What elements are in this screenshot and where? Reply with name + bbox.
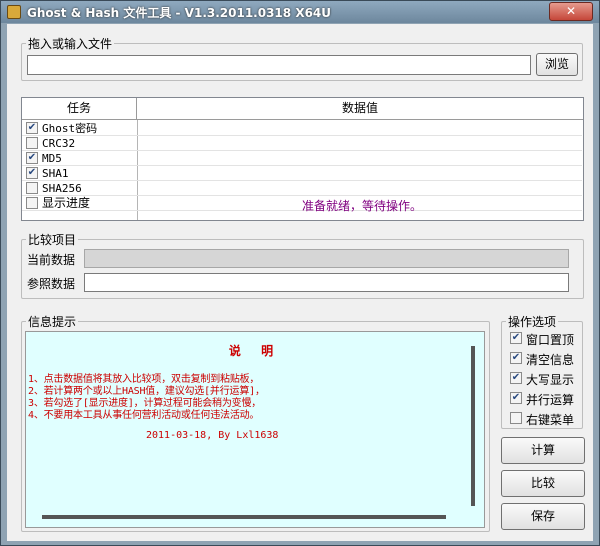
option-parallel[interactable]: ✔ 并行运算 bbox=[510, 390, 590, 407]
task-row-md5[interactable]: ✔ MD5 bbox=[22, 151, 138, 166]
option-uppercase[interactable]: ✔ 大写显示 bbox=[510, 370, 590, 387]
checkbox-clear-info[interactable]: ✔ bbox=[510, 352, 522, 364]
info-vscroll-thumb[interactable] bbox=[471, 346, 475, 506]
compare-button[interactable]: 比较 bbox=[501, 470, 585, 497]
info-hscrollbar[interactable] bbox=[26, 510, 466, 527]
task-label-ghost: Ghost密码 bbox=[42, 122, 98, 135]
task-row-crc32[interactable]: CRC32 bbox=[22, 136, 138, 151]
browse-button[interactable]: 浏览 bbox=[536, 53, 578, 76]
task-label-progress: 显示进度 bbox=[42, 196, 91, 210]
save-button[interactable]: 保存 bbox=[501, 503, 585, 530]
checkbox-topmost[interactable]: ✔ bbox=[510, 332, 522, 344]
task-row-sha256[interactable]: SHA256 bbox=[22, 181, 138, 196]
current-data-label: 当前数据 bbox=[27, 253, 76, 267]
task-list: 任务 数据值 ✔ Ghost密码 CRC32 ✔ MD5 ✔ SHA1 SHA2… bbox=[21, 97, 584, 221]
task-label-sha256: SHA256 bbox=[42, 182, 82, 195]
checkbox-context-menu[interactable] bbox=[510, 412, 522, 424]
compare-group-label: 比较项目 bbox=[26, 231, 79, 248]
client-area: 拖入或输入文件 浏览 任务 数据值 ✔ Ghost密码 CRC32 ✔ MD5 … bbox=[7, 24, 593, 541]
compute-button[interactable]: 计算 bbox=[501, 437, 585, 464]
task-label-crc32: CRC32 bbox=[42, 137, 76, 150]
option-topmost[interactable]: ✔ 窗口置顶 bbox=[510, 330, 590, 347]
task-row-ghost[interactable]: ✔ Ghost密码 bbox=[22, 121, 138, 136]
checkbox-sha1[interactable]: ✔ bbox=[26, 167, 38, 179]
task-row-progress[interactable]: 显示进度 bbox=[22, 196, 138, 211]
header-task[interactable]: 任务 bbox=[22, 98, 137, 120]
options-group-label: 操作选项 bbox=[506, 313, 559, 330]
window-title: Ghost & Hash 文件工具 - V1.3.2011.0318 X64U bbox=[27, 6, 332, 20]
task-label-md5: MD5 bbox=[42, 152, 62, 165]
checkbox-md5[interactable]: ✔ bbox=[26, 152, 38, 164]
checkbox-sha256[interactable] bbox=[26, 182, 38, 194]
option-clear-info[interactable]: ✔ 清空信息 bbox=[510, 350, 590, 367]
option-parallel-label: 并行运算 bbox=[526, 393, 575, 407]
app-icon bbox=[7, 5, 21, 19]
checkbox-crc32[interactable] bbox=[26, 137, 38, 149]
reference-data-label: 参照数据 bbox=[27, 277, 76, 291]
close-button[interactable]: ✕ bbox=[549, 2, 593, 21]
app-window: Ghost & Hash 文件工具 - V1.3.2011.0318 X64U … bbox=[0, 0, 600, 546]
checkbox-ghost[interactable]: ✔ bbox=[26, 122, 38, 134]
title-bar[interactable]: Ghost & Hash 文件工具 - V1.3.2011.0318 X64U … bbox=[1, 1, 599, 23]
option-context-menu-label: 右键菜单 bbox=[526, 413, 575, 427]
checkbox-progress[interactable] bbox=[26, 197, 38, 209]
info-line-4: 4、不要用本工具从事任何营利活动或任何违法活动。 bbox=[28, 410, 260, 421]
info-signature: 2011-03-18, By Lxl1638 bbox=[146, 430, 279, 441]
status-message[interactable]: 准备就绪，等待操作。 bbox=[302, 197, 422, 214]
current-data-field bbox=[84, 249, 569, 268]
reference-data-input[interactable] bbox=[84, 273, 569, 292]
info-textbox[interactable]: 说 明 1、点击数据值将其放入比较项，双击复制到粘贴板， 2、若计算两个或以上H… bbox=[25, 331, 485, 528]
option-context-menu[interactable]: 右键菜单 bbox=[510, 410, 590, 427]
option-clear-info-label: 清空信息 bbox=[526, 353, 575, 367]
option-uppercase-label: 大写显示 bbox=[526, 373, 575, 387]
file-group-label: 拖入或输入文件 bbox=[26, 35, 115, 52]
info-hscroll-thumb[interactable] bbox=[42, 515, 446, 519]
file-path-input[interactable] bbox=[27, 55, 531, 75]
option-topmost-label: 窗口置顶 bbox=[526, 333, 575, 347]
info-title: 说 明 bbox=[228, 344, 282, 358]
task-row-sha1[interactable]: ✔ SHA1 bbox=[22, 166, 138, 181]
checkbox-uppercase[interactable]: ✔ bbox=[510, 372, 522, 384]
checkbox-parallel[interactable]: ✔ bbox=[510, 392, 522, 404]
options-group: 操作选项 ✔ 窗口置顶 ✔ 清空信息 ✔ 大写显示 ✔ 并行运算 右键菜单 bbox=[501, 313, 583, 429]
header-value[interactable]: 数据值 bbox=[137, 98, 583, 120]
info-group-label: 信息提示 bbox=[26, 313, 79, 330]
task-label-sha1: SHA1 bbox=[42, 167, 69, 180]
info-vscrollbar[interactable] bbox=[466, 332, 484, 527]
